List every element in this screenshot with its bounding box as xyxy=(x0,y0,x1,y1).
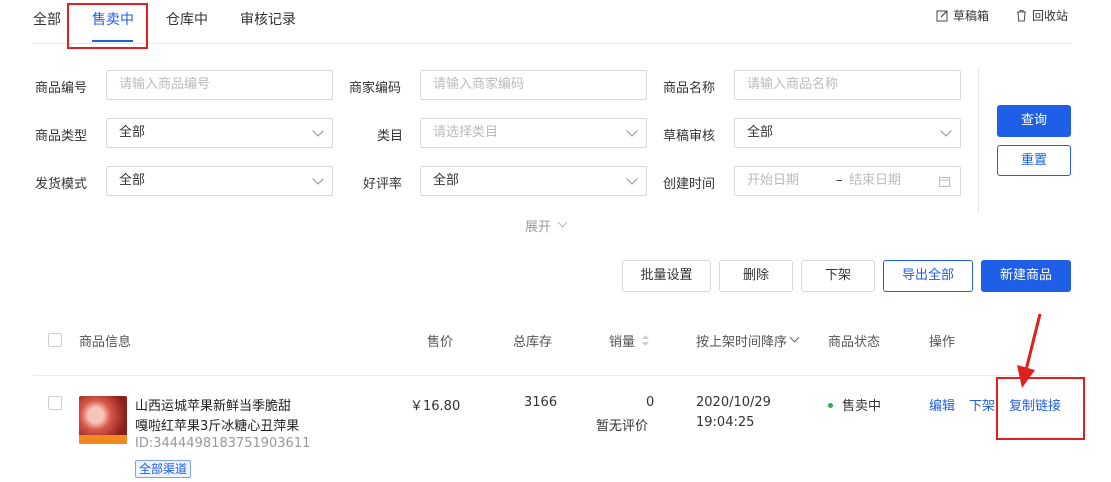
delist-button[interactable]: 下架 xyxy=(801,260,875,292)
tab-warehouse[interactable]: 仓库中 xyxy=(166,9,208,29)
product-type-label: 商品类型 xyxy=(35,129,88,144)
annotation-arrow-icon xyxy=(1017,313,1042,388)
query-button[interactable]: 查询 xyxy=(997,105,1071,137)
rating-value: 全部 xyxy=(433,173,460,188)
created-time-range[interactable]: 开始日期 – 结束日期 xyxy=(734,166,961,196)
col-stock: 总库存 xyxy=(513,335,553,350)
product-stock: 3166 xyxy=(524,395,558,410)
delete-button[interactable]: 删除 xyxy=(719,260,793,292)
tab-all[interactable]: 全部 xyxy=(33,9,61,29)
recycle-bin-button[interactable]: 回收站 xyxy=(1015,7,1068,24)
product-price: ￥16.80 xyxy=(410,399,461,414)
chevron-down-icon xyxy=(626,173,638,185)
product-name-label: 商品名称 xyxy=(663,81,716,96)
chevron-down-icon xyxy=(312,173,324,185)
col-sales-sort[interactable]: 销量 xyxy=(609,331,650,350)
product-type-value: 全部 xyxy=(119,125,146,140)
tabs-divider xyxy=(33,43,1071,44)
status-text: 售卖中 xyxy=(842,399,882,414)
draft-review-select[interactable]: 全部 xyxy=(734,118,961,148)
edit-link[interactable]: 编辑 xyxy=(929,395,955,414)
category-placeholder: 请选择类目 xyxy=(433,125,499,140)
category-select[interactable]: 请选择类目 xyxy=(420,118,647,148)
recycle-bin-label: 回收站 xyxy=(1032,9,1069,23)
status-dot xyxy=(828,403,833,408)
product-title-line2[interactable]: 嘎啦红苹果3斤冰糖心丑萍果 xyxy=(135,415,299,434)
category-label: 类目 xyxy=(377,129,404,144)
listing-date: 2020/10/29 xyxy=(696,395,771,410)
product-type-select[interactable]: 全部 xyxy=(106,118,333,148)
edit-icon xyxy=(936,10,948,22)
product-id: ID:3444498183751903611 xyxy=(135,436,311,451)
expand-label: 展开 xyxy=(525,220,552,235)
new-product-button[interactable]: 新建商品 xyxy=(981,260,1071,292)
col-sales: 销量 xyxy=(609,335,636,350)
shipping-mode-label: 发货模式 xyxy=(35,177,88,192)
table-header-divider xyxy=(33,375,1071,376)
chevron-down-icon xyxy=(626,125,638,137)
sort-label: 按上架时间降序 xyxy=(696,335,788,350)
product-title-line1[interactable]: 山西运城苹果新鲜当季脆甜 xyxy=(135,395,291,414)
tab-review-records[interactable]: 审核记录 xyxy=(240,9,296,29)
rating-label: 好评率 xyxy=(363,177,403,192)
product-no-input[interactable]: 请输入商品编号 xyxy=(106,70,333,100)
export-all-button[interactable]: 导出全部 xyxy=(883,260,973,292)
shipping-mode-value: 全部 xyxy=(119,173,146,188)
row-checkbox[interactable] xyxy=(48,396,62,410)
chevron-down-icon xyxy=(557,217,568,228)
col-actions: 操作 xyxy=(929,335,956,350)
annotation-box-tab xyxy=(67,3,148,49)
filter-divider xyxy=(978,68,979,211)
start-date-placeholder: 开始日期 xyxy=(747,173,800,188)
expand-filters-toggle[interactable]: 展开 xyxy=(525,216,568,235)
date-range-separator: – xyxy=(836,173,843,188)
status-badge: 售卖中 xyxy=(828,395,881,414)
product-sales: 0 xyxy=(646,395,655,410)
col-price: 售价 xyxy=(427,335,454,350)
col-status: 商品状态 xyxy=(828,335,881,350)
product-rating: 暂无评价 xyxy=(596,419,649,434)
chevron-down-icon xyxy=(312,125,324,137)
drafts-button[interactable]: 草稿箱 xyxy=(936,7,989,24)
chevron-down-icon xyxy=(789,332,800,343)
channel-badge: 全部渠道 xyxy=(135,460,192,478)
select-all-checkbox[interactable] xyxy=(48,333,62,347)
merchant-code-input[interactable]: 请输入商家编码 xyxy=(420,70,647,100)
end-date-placeholder: 结束日期 xyxy=(849,173,902,188)
merchant-code-label: 商家编码 xyxy=(349,81,402,96)
calendar-icon xyxy=(939,177,950,187)
drafts-label: 草稿箱 xyxy=(953,9,990,23)
trash-icon xyxy=(1017,9,1026,22)
col-product-info: 商品信息 xyxy=(79,335,132,350)
sort-icon xyxy=(642,335,650,346)
sort-by-listing-time-dropdown[interactable]: 按上架时间降序 xyxy=(696,331,800,350)
delist-link[interactable]: 下架 xyxy=(969,395,996,414)
listing-time: 19:04:25 xyxy=(696,415,755,430)
shipping-mode-select[interactable]: 全部 xyxy=(106,166,333,196)
rating-select[interactable]: 全部 xyxy=(420,166,647,196)
reset-button[interactable]: 重置 xyxy=(997,145,1071,176)
product-name-input[interactable]: 请输入商品名称 xyxy=(734,70,961,100)
batch-settings-button[interactable]: 批量设置 xyxy=(622,260,711,292)
created-time-label: 创建时间 xyxy=(663,177,716,192)
product-thumbnail[interactable] xyxy=(79,396,127,444)
product-no-label: 商品编号 xyxy=(35,81,88,96)
draft-review-label: 草稿审核 xyxy=(663,129,716,144)
chevron-down-icon xyxy=(940,125,952,137)
draft-review-value: 全部 xyxy=(747,125,774,140)
